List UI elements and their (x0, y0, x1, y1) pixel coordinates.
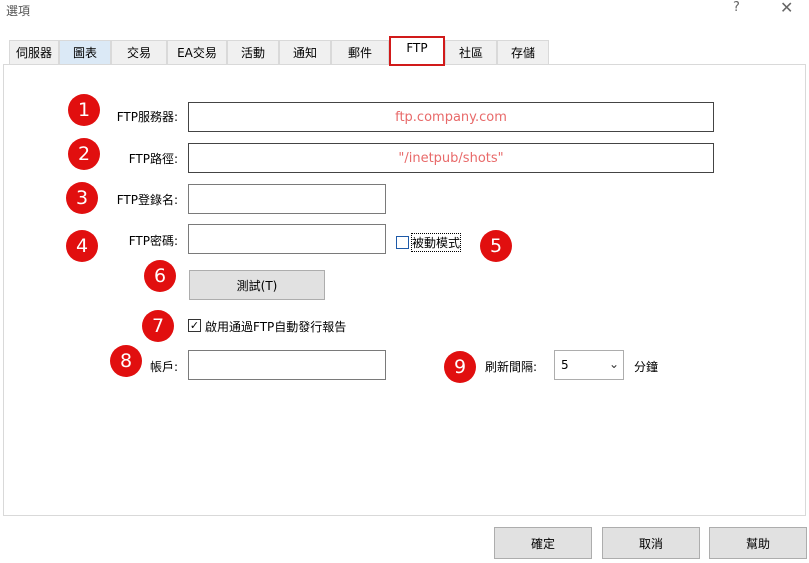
tab-notifications[interactable]: 通知 (279, 40, 331, 64)
ftp-login-label: FTP登錄名: (116, 193, 178, 207)
ok-button[interactable]: 確定 (494, 527, 592, 559)
refresh-interval-select[interactable]: 5 ⌄ (554, 350, 624, 380)
chevron-down-icon: ⌄ (608, 357, 619, 371)
ftp-password-input[interactable] (188, 224, 386, 254)
enable-ftp-report-checkbox[interactable]: ✓ (188, 319, 201, 332)
annotation-badge-9: 9 (444, 351, 476, 383)
help-icon[interactable]: ? (733, 0, 740, 15)
ftp-path-label: FTP路徑: (128, 152, 178, 166)
refresh-unit-label: 分鐘 (634, 360, 659, 374)
passive-mode-checkbox[interactable] (396, 236, 409, 249)
tab-server[interactable]: 伺服器 (9, 40, 59, 64)
refresh-interval-label: 刷新間隔: (485, 360, 538, 374)
tab-email[interactable]: 郵件 (331, 40, 389, 64)
tab-trade[interactable]: 交易 (111, 40, 167, 64)
ftp-server-input[interactable]: ftp.company.com (188, 102, 714, 132)
enable-ftp-report-label[interactable]: 啟用通過FTP自動發行報告 (205, 318, 346, 335)
annotation-badge-4: 4 (66, 230, 98, 262)
tab-bar: 伺服器 圖表 交易 EA交易 活動 通知 郵件 FTP 社區 存儲 (0, 36, 809, 66)
title-bar: 選項 ? ✕ (0, 0, 809, 22)
annotation-badge-8: 8 (110, 345, 142, 377)
annotation-badge-7: 7 (142, 310, 174, 342)
passive-mode-label[interactable]: 被動模式 (410, 233, 462, 252)
ftp-server-label: FTP服務器: (116, 110, 178, 124)
annotation-badge-5: 5 (480, 230, 512, 262)
tab-ftp[interactable]: FTP (389, 36, 445, 66)
tab-storage[interactable]: 存儲 (497, 40, 549, 64)
tab-charts[interactable]: 圖表 (59, 40, 111, 64)
account-label: 帳戶: (149, 360, 178, 374)
annotation-badge-3: 3 (66, 182, 98, 214)
annotation-badge-1: 1 (68, 94, 100, 126)
annotation-badge-6: 6 (144, 260, 176, 292)
help-button[interactable]: 幫助 (709, 527, 807, 559)
refresh-interval-value: 5 (561, 358, 569, 372)
tab-events[interactable]: 活動 (227, 40, 279, 64)
ftp-path-input[interactable]: "/inetpub/shots" (188, 143, 714, 173)
window-title: 選項 (6, 4, 31, 18)
test-button[interactable]: 測試(T) (189, 270, 325, 300)
close-icon[interactable]: ✕ (780, 0, 793, 17)
tab-expert-advisors[interactable]: EA交易 (167, 40, 227, 64)
ftp-password-label: FTP密碼: (128, 234, 178, 248)
ftp-login-input[interactable] (188, 184, 386, 214)
account-input[interactable] (188, 350, 386, 380)
annotation-badge-2: 2 (68, 138, 100, 170)
tab-community[interactable]: 社區 (445, 40, 497, 64)
cancel-button[interactable]: 取消 (602, 527, 700, 559)
